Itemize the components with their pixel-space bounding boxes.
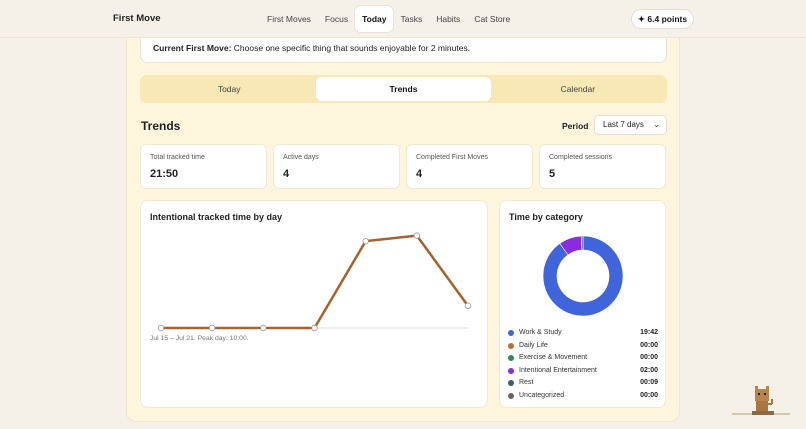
top-navigation-bar: First Move First Moves Focus Today Tasks…	[0, 0, 806, 38]
tab-calendar[interactable]: Calendar	[491, 77, 665, 101]
line-chart-note: Jul 15 – Jul 21. Peak day: 10:00.	[150, 335, 249, 342]
legend-item-exercise: Exercise & Movement 00:00	[508, 353, 658, 366]
stat-label: Completed sessions	[549, 154, 613, 161]
stat-label: Completed First Moves	[416, 154, 488, 161]
stat-label: Active days	[283, 154, 319, 161]
legend-label: Rest	[519, 379, 534, 386]
legend-label: Exercise & Movement	[519, 354, 588, 361]
tab-trends[interactable]: Trends	[316, 77, 491, 101]
nav-cat-store[interactable]: Cat Store	[467, 6, 517, 32]
legend-value: 19:42	[640, 329, 658, 336]
cat-mascot-icon[interactable]	[732, 381, 792, 417]
stat-value: 4	[283, 168, 290, 180]
legend-item-uncategorized: Uncategorized 00:00	[508, 391, 658, 404]
legend-dot	[508, 355, 514, 361]
legend-label: Intentional Entertainment	[519, 366, 597, 374]
data-point[interactable]	[362, 237, 369, 245]
stat-total-tracked-time: Total tracked time 21:50	[140, 144, 267, 189]
period-value: Last 7 days	[603, 120, 644, 129]
legend-value: 02:00	[640, 366, 658, 374]
period-label: Period	[562, 121, 589, 131]
data-point[interactable]	[413, 232, 421, 239]
stat-completed-sessions: Completed sessions 5	[539, 144, 666, 189]
legend-label: Uncategorized	[519, 391, 565, 399]
data-point[interactable]	[208, 324, 216, 332]
legend-label: Daily Life	[519, 341, 548, 349]
legend-item-entertainment: Intentional Entertainment 02:00	[508, 366, 658, 379]
legend-item-daily-life: Daily Life 00:00	[508, 341, 658, 354]
current-first-move-banner: Current First Move: Choose one specific …	[140, 38, 667, 63]
line-chart	[157, 232, 472, 332]
stat-value: 4	[416, 168, 423, 180]
category-title: Time by category	[509, 212, 583, 222]
legend-label: Work & Study	[519, 329, 562, 336]
legend-item-work-study: Work & Study 19:42	[508, 328, 658, 341]
chevron-down-icon: ⌄	[653, 120, 660, 129]
view-tabs: Today Trends Calendar	[140, 75, 667, 103]
nav-today[interactable]: Today	[355, 6, 394, 32]
series-line	[161, 234, 470, 330]
points-badge[interactable]: ✦ 6.4 points	[631, 9, 694, 29]
donut-slice-rest[interactable]	[580, 235, 584, 251]
legend-dot	[508, 392, 514, 399]
legend-dot	[508, 367, 514, 374]
legend-value: 00:00	[640, 341, 658, 349]
legend-value: 00:00	[640, 391, 658, 399]
tab-today[interactable]: Today	[142, 77, 316, 101]
data-point[interactable]	[464, 302, 472, 310]
app-title[interactable]: First Move	[113, 13, 161, 24]
legend-dot	[508, 380, 514, 386]
trends-heading: Trends	[141, 119, 181, 133]
nav-first-moves[interactable]: First Moves	[260, 6, 318, 32]
data-point[interactable]	[311, 324, 318, 332]
nav-habits[interactable]: Habits	[429, 6, 467, 32]
category-legend: Work & Study 19:42 Daily Life 00:00 Exer…	[508, 328, 658, 403]
stat-label: Total tracked time	[150, 154, 205, 161]
legend-value: 00:00	[640, 354, 658, 361]
legend-item-rest: Rest 00:09	[508, 378, 658, 391]
stat-value: 5	[549, 168, 556, 180]
stat-completed-first-moves: Completed First Moves 4	[406, 144, 533, 189]
line-chart-title: Intentional tracked time by day	[150, 212, 283, 222]
nav-tasks[interactable]: Tasks	[393, 6, 429, 32]
stat-active-days: Active days 4	[273, 144, 400, 189]
period-select[interactable]: Last 7 days ⌄	[594, 115, 667, 135]
line-chart-card: Intentional tracked time by day Jul 15 –…	[140, 200, 488, 408]
today-panel: Current First Move: Choose one specific …	[126, 38, 680, 422]
legend-dot	[508, 342, 514, 349]
legend-value: 00:09	[640, 379, 658, 386]
legend-dot	[508, 330, 514, 336]
current-move-text: Choose one specific thing that sounds en…	[233, 43, 471, 53]
main-nav: First Moves Focus Today Tasks Habits Cat…	[260, 6, 517, 32]
data-point[interactable]	[260, 324, 267, 332]
category-donut-chart	[542, 235, 624, 317]
stat-value: 21:50	[150, 168, 179, 180]
category-card: Time by category Work & Study 19:42 Dail…	[499, 200, 666, 408]
data-point[interactable]	[157, 324, 165, 332]
current-move-label: Current First Move:	[153, 43, 232, 53]
nav-focus[interactable]: Focus	[318, 6, 355, 32]
